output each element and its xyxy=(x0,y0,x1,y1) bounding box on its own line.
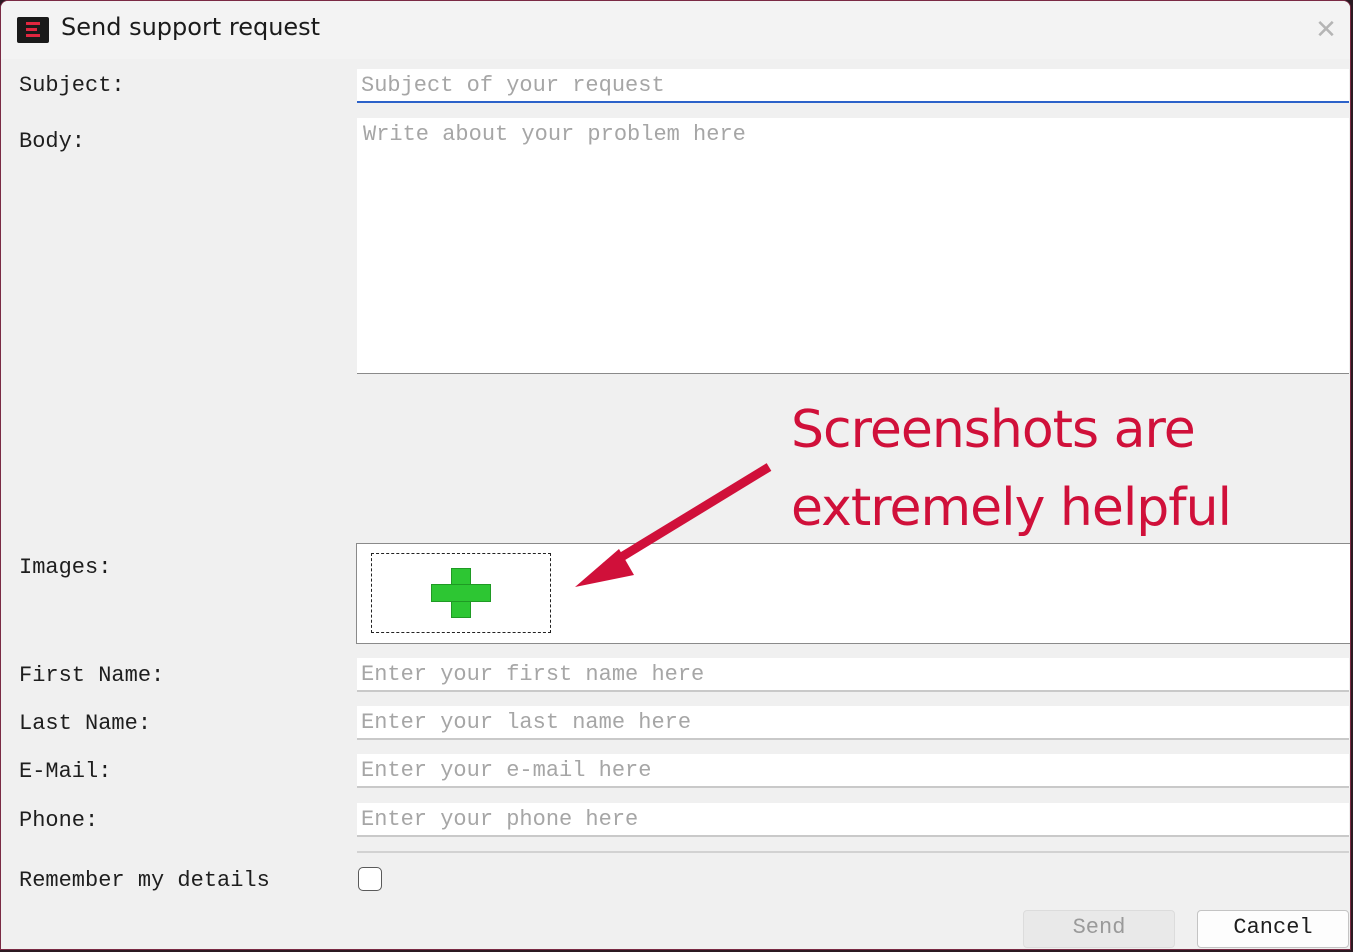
remember-checkbox[interactable] xyxy=(358,867,382,891)
remember-label: Remember my details xyxy=(19,868,270,893)
phone-input[interactable] xyxy=(357,803,1349,837)
images-label: Images: xyxy=(19,555,112,580)
first-name-label: First Name: xyxy=(19,663,165,688)
annotation-arrow-icon xyxy=(575,463,772,587)
first-name-input[interactable] xyxy=(357,658,1349,692)
body-textarea[interactable] xyxy=(357,118,1349,374)
phone-label: Phone: xyxy=(19,808,99,833)
annotation-line-2: extremely helpful xyxy=(791,478,1232,538)
annotation-line-1: Screenshots are xyxy=(791,400,1196,460)
support-request-dialog: Send support request ✕ Subject: Body: Im… xyxy=(0,0,1351,950)
body-label: Body: xyxy=(19,129,86,154)
email-label: E-Mail: xyxy=(19,759,112,784)
send-button[interactable]: Send xyxy=(1023,910,1175,948)
subject-input[interactable] xyxy=(357,69,1349,103)
images-area xyxy=(356,543,1350,644)
cancel-button[interactable]: Cancel xyxy=(1197,910,1349,948)
email-input[interactable] xyxy=(357,754,1349,788)
window-title: Send support request xyxy=(61,13,321,41)
annotation-text: Screenshots are extremely helpful xyxy=(791,391,1232,547)
subject-label: Subject: xyxy=(19,73,125,98)
last-name-input[interactable] xyxy=(357,706,1349,740)
last-name-label: Last Name: xyxy=(19,711,152,736)
divider xyxy=(357,851,1349,853)
add-image-button[interactable] xyxy=(371,553,551,633)
title-bar: Send support request ✕ xyxy=(1,1,1350,59)
app-logo-icon xyxy=(17,17,49,43)
close-icon[interactable]: ✕ xyxy=(1306,13,1346,47)
